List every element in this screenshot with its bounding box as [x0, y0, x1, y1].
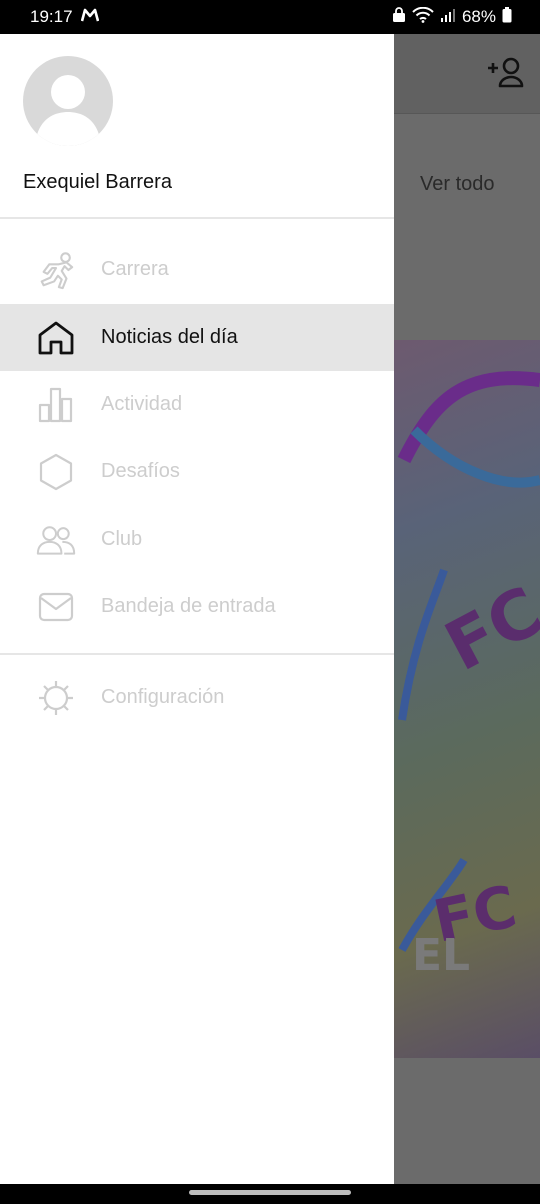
gear-icon: [36, 678, 76, 718]
image-text: EL: [412, 930, 471, 981]
bar-chart-icon: [36, 385, 76, 425]
status-bar: 19:17 68%: [0, 0, 540, 34]
wifi-icon: [412, 6, 434, 28]
status-time: 19:17: [30, 7, 73, 26]
menu-item-configuracion[interactable]: Configuración: [0, 664, 394, 731]
menu-item-noticias[interactable]: Noticias del día: [0, 304, 394, 371]
navigation-drawer: Exequiel Barrera Carrera Noticias del dí…: [0, 34, 394, 1184]
battery-icon: [502, 6, 512, 28]
runner-icon: [36, 250, 76, 290]
menu-label-carrera: Carrera: [101, 258, 169, 280]
battery-percent: 68%: [461, 7, 496, 26]
menu-label-desafios: Desafíos: [101, 460, 180, 482]
menu-label-club: Club: [101, 528, 143, 550]
people-icon: [36, 520, 76, 560]
menu-label-bandeja: Bandeja de entrada: [101, 595, 276, 617]
signal-icon: [440, 7, 456, 27]
avatar[interactable]: [23, 56, 113, 146]
menu-item-carrera[interactable]: Carrera: [0, 236, 394, 303]
home-icon: [36, 318, 76, 358]
user-name[interactable]: Exequiel Barrera: [23, 171, 172, 194]
envelope-icon: [36, 587, 76, 627]
menu-item-desafios[interactable]: Desafíos: [0, 438, 394, 505]
see-all-link[interactable]: Ver todo: [420, 173, 495, 196]
menu-label-configuracion: Configuración: [101, 686, 225, 708]
divider: [0, 217, 394, 219]
hexagon-icon: [36, 452, 76, 492]
menu-item-actividad[interactable]: Actividad: [0, 371, 394, 438]
menu-item-club[interactable]: Club: [0, 506, 394, 573]
lock-icon: [392, 6, 406, 28]
system-nav-bar: [0, 1184, 540, 1204]
menu-item-bandeja[interactable]: Bandeja de entrada: [0, 573, 394, 640]
menu-label-actividad: Actividad: [101, 393, 183, 415]
home-gesture-handle[interactable]: [189, 1190, 351, 1195]
menu-label-noticias: Noticias del día: [101, 326, 238, 348]
feed-image: FC FC EL: [394, 340, 540, 1058]
app-notification-icon: [80, 7, 99, 27]
add-friend-icon[interactable]: [486, 56, 526, 97]
divider: [0, 653, 394, 655]
